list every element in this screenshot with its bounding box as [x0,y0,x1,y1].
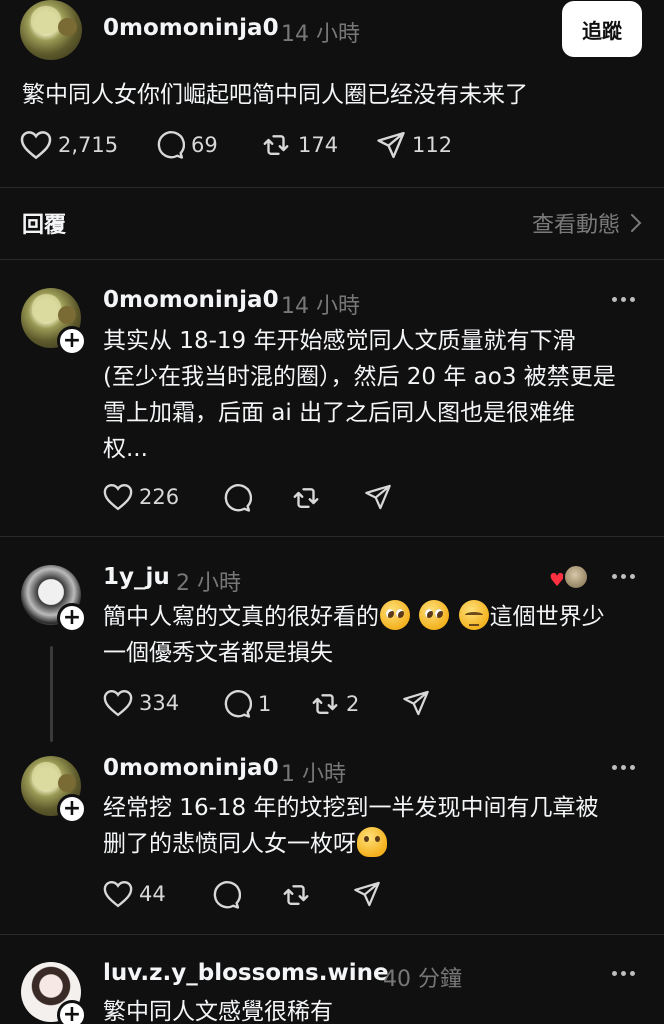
reply-text-line: 一個優秀文者都是損失 [103,640,333,666]
follow-plus-icon[interactable]: + [57,603,87,633]
more-icon[interactable] [612,574,635,579]
heart-icon [103,689,133,717]
author-avatar[interactable] [20,0,82,60]
reply-text-segment: 簡中人寫的文真的很好看的 [103,604,379,630]
reply-text-line: 权... [103,436,148,462]
like-count: 2,715 [58,133,119,157]
more-icon[interactable] [612,971,635,976]
share-button[interactable] [364,483,392,511]
repost-button[interactable]: 2 [310,689,359,719]
share-button[interactable] [353,880,381,908]
like-button[interactable]: 226 [103,483,179,511]
divider [0,536,664,537]
comment-count: 1 [258,692,272,716]
reply-text-line: 删了的悲愤同人女一枚呀 [103,826,648,862]
heart-icon [20,131,52,160]
more-icon[interactable] [612,765,635,770]
repost-icon [263,135,289,155]
replies-label: 回覆 [22,213,67,238]
melting-face-emoji [357,827,387,857]
comment-icon [224,484,252,512]
repost-button[interactable]: 174 [260,130,338,160]
reply-text-line: 雪上加霜，后面 ai 出了之后同人图也是很难维 [103,400,576,426]
reply-username[interactable]: 0momoninja0 [103,287,279,313]
replies-header: 回覆 查看動態 [0,188,664,258]
reply-username[interactable]: luv.z.y_blossoms.wine [103,960,389,986]
reply-text-line: 经常挖 16-18 年的坟挖到一半发现中间有几章被 [103,795,599,821]
like-count: 44 [139,882,166,906]
like-count: 334 [139,691,180,715]
comment-count: 69 [191,133,218,157]
post-time: 14 小時 [281,22,360,47]
share-icon [365,484,391,510]
follow-plus-icon[interactable]: + [57,794,87,824]
comment-icon [157,131,185,159]
reply-text-line: (至少在我当时混的圈），然后 20 年 ao3 被禁更是 [103,364,616,390]
like-button[interactable]: 44 [103,880,166,908]
comment-button[interactable] [222,483,252,513]
post-text: 繁中同人女你们崛起吧简中同人圈已经没有未来了 [22,82,528,108]
pleading-face-emoji [380,600,410,630]
heart-icon [103,880,133,908]
repost-icon [312,694,338,714]
heart-icon [103,483,133,511]
like-button[interactable]: 2,715 [20,130,118,160]
share-icon [403,690,429,716]
comment-button[interactable]: 1 [222,689,271,719]
reply-time: 40 分鐘 [383,967,462,992]
follow-plus-icon[interactable]: + [57,1000,87,1024]
chevron-right-icon [631,214,642,232]
share-count: 112 [412,133,453,157]
like-count: 226 [139,485,180,509]
reply-text: 繁中同人文感覺很稀有 [103,999,333,1024]
repost-button[interactable] [291,483,321,513]
reply-time: 2 小時 [176,571,241,596]
comment-button[interactable]: 69 [155,130,218,160]
view-activity-link[interactable]: 查看動態 [532,207,642,239]
share-button[interactable] [402,689,430,717]
reply-text-segment: 這個世界少 [489,604,605,630]
pensive-face-emoji [458,600,489,630]
thread-connector-line [50,646,53,742]
divider [0,934,664,935]
share-icon [377,131,405,159]
reply-text: 经常挖 16-18 年的坟挖到一半发现中间有几章被 删了的悲愤同人女一枚呀 [103,790,648,862]
repost-icon [283,885,309,905]
reply-text-segment: 删了的悲愤同人女一枚呀 [103,831,356,857]
share-button[interactable]: 112 [376,130,452,160]
view-activity-label: 查看動態 [531,213,620,238]
follow-plus-icon[interactable]: + [57,326,87,356]
comment-button[interactable] [211,880,241,910]
repost-button[interactable] [281,880,311,910]
repost-icon [293,488,319,508]
reply-username[interactable]: 1y_ju [103,564,170,590]
author-username[interactable]: 0momoninja0 [103,15,279,41]
repost-count: 2 [346,692,360,716]
divider [0,259,664,260]
reply-time: 14 小時 [281,294,360,319]
reply-time: 1 小時 [281,762,346,787]
reply-text-line: 簡中人寫的文真的很好看的 這個世界少 [103,599,648,635]
follow-button[interactable]: 追蹤 [562,1,642,57]
author-mini-avatar [563,564,589,590]
liked-by-author-indicator: ♥ [549,564,589,590]
repost-count: 174 [298,133,339,157]
like-button[interactable]: 334 [103,689,179,717]
threads-post-page: 0momoninja0 14 小時 追蹤 繁中同人女你们崛起吧简中同人圈已经没有… [0,0,664,1024]
reply-text-line: 其实从 18-19 年开始感觉同人文质量就有下滑 [103,328,576,354]
reply-username[interactable]: 0momoninja0 [103,755,279,781]
share-icon [354,881,380,907]
reply-text: 簡中人寫的文真的很好看的 這個世界少 一個優秀文者都是損失 [103,599,648,671]
main-post: 0momoninja0 14 小時 追蹤 繁中同人女你们崛起吧简中同人圈已经没有… [0,0,664,186]
more-icon[interactable] [612,297,635,302]
pleading-face-emoji [419,600,450,630]
comment-icon [224,690,252,718]
comment-icon [213,881,241,909]
reply-text: 其实从 18-19 年开始感觉同人文质量就有下滑 (至少在我当时混的圈），然后 … [103,323,648,467]
